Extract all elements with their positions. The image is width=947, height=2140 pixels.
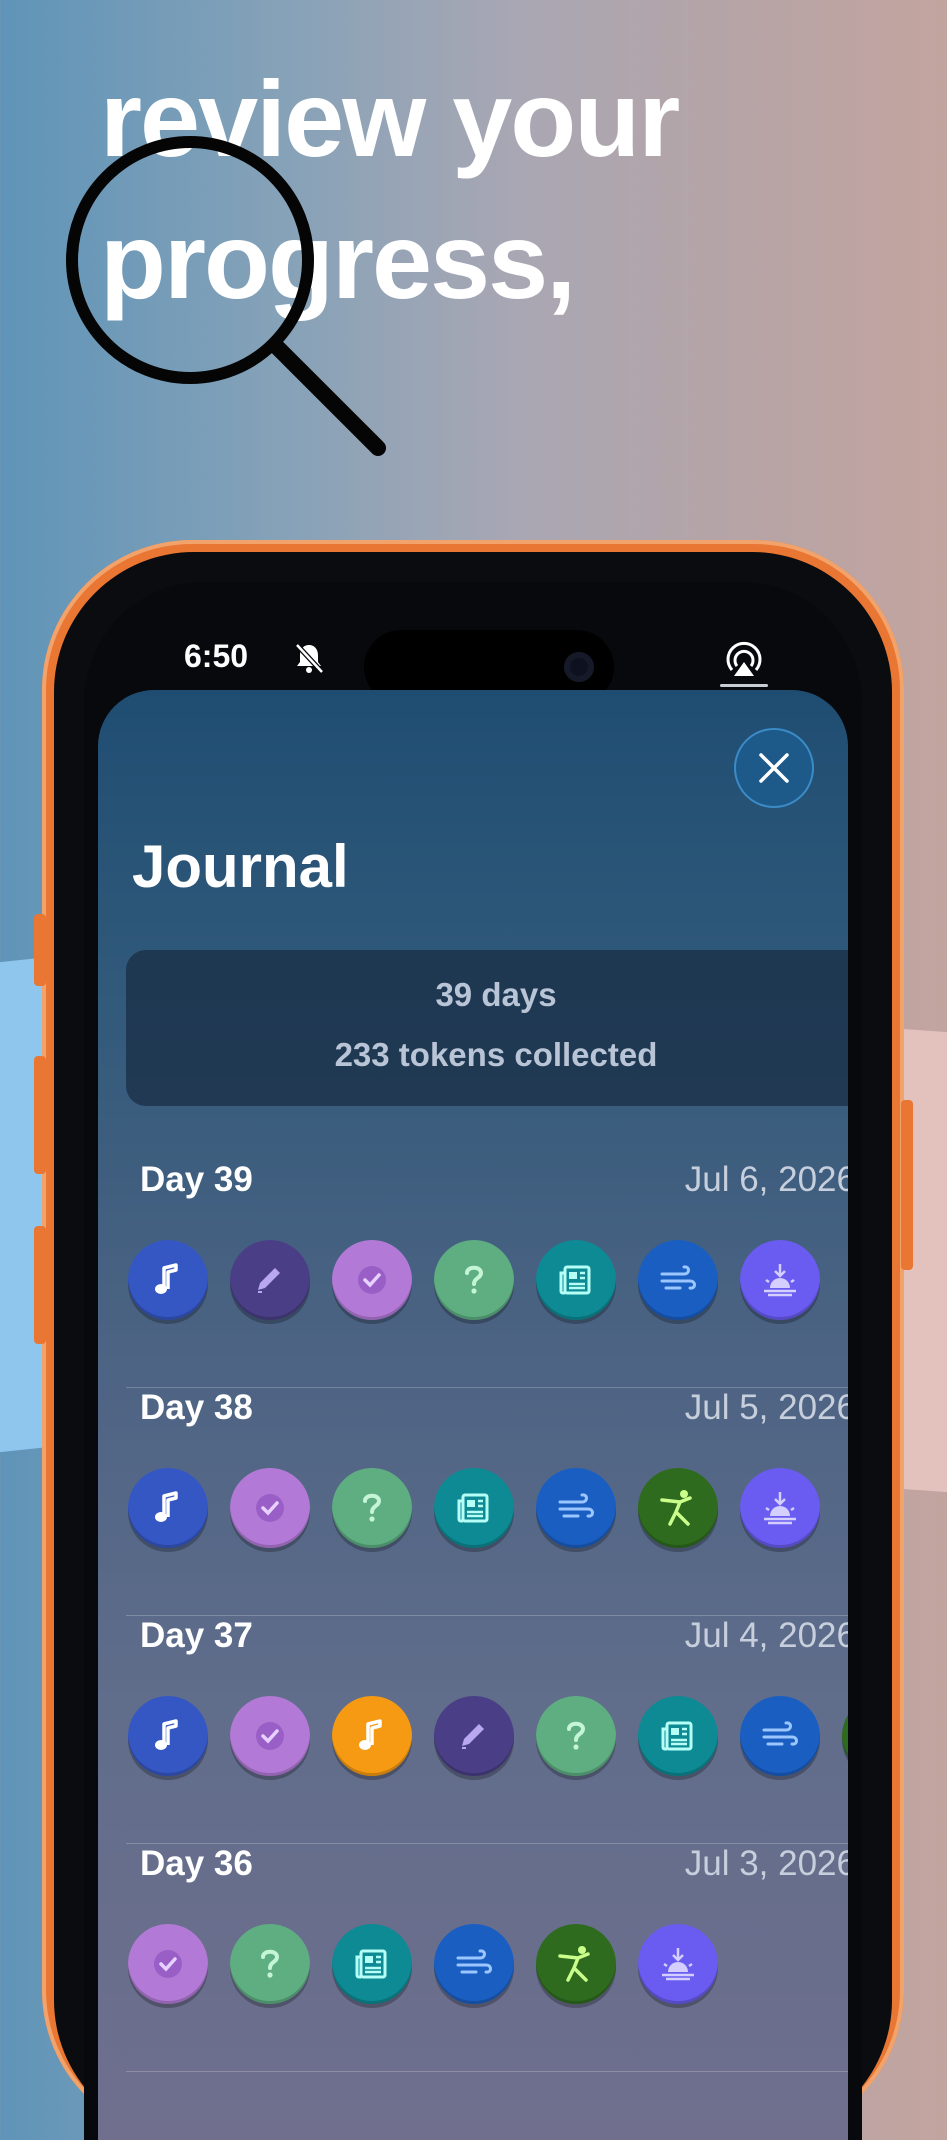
token-row [128, 1240, 848, 1330]
check-icon [358, 1266, 386, 1294]
question-icon [567, 1721, 586, 1750]
close-icon [759, 753, 789, 783]
day-title: Day 38 [140, 1388, 253, 1427]
phone-power-button [901, 1100, 913, 1270]
phone-volume-up [34, 1056, 46, 1174]
day-date: Jul 6, 2026 [684, 1160, 848, 1199]
token-yoga[interactable] [638, 1468, 718, 1548]
day-entry[interactable]: Day 39 Jul 6, 2026 [126, 1160, 848, 1388]
sunrise-icon [764, 1492, 796, 1525]
token-wind[interactable] [740, 1696, 820, 1776]
newspaper-icon [559, 1265, 591, 1295]
token-check[interactable] [128, 1924, 208, 2004]
wind-icon [660, 1265, 696, 1290]
token-music[interactable] [128, 1696, 208, 1776]
page-title: Journal [132, 833, 349, 900]
token-newspaper[interactable] [332, 1924, 412, 2004]
bell-slash-icon [295, 643, 324, 674]
token-newspaper[interactable] [638, 1696, 718, 1776]
token-wind[interactable] [638, 1240, 718, 1320]
token-check[interactable] [332, 1240, 412, 1320]
newspaper-icon [355, 1949, 387, 1979]
front-camera [564, 652, 594, 682]
token-wind[interactable] [536, 1468, 616, 1548]
wind-icon [762, 1721, 798, 1746]
airplay-icon[interactable] [716, 640, 772, 690]
token-question[interactable] [536, 1696, 616, 1776]
yoga-icon [660, 1490, 692, 1526]
journal-sheet: Journal 39 days 233 tokens collected Day… [98, 690, 848, 2140]
phone-volume-down [34, 1226, 46, 1344]
token-yoga[interactable] [536, 1924, 616, 2004]
token-sunrise[interactable] [638, 1924, 718, 2004]
days-count: 39 days [435, 976, 557, 1013]
pencil-icon [462, 1724, 484, 1749]
token-wind[interactable] [434, 1924, 514, 2004]
token-newspaper[interactable] [434, 1468, 514, 1548]
day-entry[interactable]: Day 38 Jul 5, 2026 [126, 1388, 848, 1616]
token-row [128, 1468, 848, 1558]
question-icon [363, 1493, 382, 1522]
check-icon [154, 1950, 182, 1978]
token-music-orange[interactable] [332, 1696, 412, 1776]
token-check[interactable] [230, 1696, 310, 1776]
day-date: Jul 5, 2026 [684, 1388, 848, 1427]
token-pencil[interactable] [230, 1240, 310, 1320]
day-title: Day 36 [140, 1844, 253, 1883]
yoga-icon [558, 1946, 590, 1982]
close-button[interactable] [734, 728, 814, 808]
wind-icon [558, 1493, 594, 1518]
token-row [128, 1696, 848, 1786]
token-question[interactable] [230, 1924, 310, 2004]
tokens-count: 233 tokens collected [334, 1036, 658, 1073]
phone-frame: 6:50 Journal 39 days 233 tokens collecte… [42, 540, 904, 2140]
pencil-icon [258, 1268, 280, 1293]
newspaper-icon [457, 1493, 489, 1523]
token-pencil[interactable] [434, 1696, 514, 1776]
token-row [128, 1924, 848, 2014]
token-question[interactable] [332, 1468, 412, 1548]
divider [126, 2071, 848, 2072]
token-music[interactable] [128, 1468, 208, 1548]
phone-side-button [34, 914, 46, 986]
token-newspaper[interactable] [536, 1240, 616, 1320]
sunrise-icon [662, 1948, 694, 1981]
token-sunrise[interactable] [740, 1468, 820, 1548]
music-icon [155, 1491, 178, 1522]
music-icon [155, 1719, 178, 1750]
phone-screen: 6:50 Journal 39 days 233 tokens collecte… [84, 582, 862, 2140]
wind-icon [456, 1949, 492, 1974]
day-title: Day 37 [140, 1616, 253, 1655]
music-orange-icon [359, 1719, 382, 1750]
check-icon [256, 1722, 284, 1750]
status-time: 6:50 [184, 638, 249, 674]
day-title: Day 39 [140, 1160, 253, 1199]
phone-bezel: 6:50 Journal 39 days 233 tokens collecte… [54, 552, 892, 2140]
check-icon [256, 1494, 284, 1522]
summary-card: 39 days 233 tokens collected [126, 950, 848, 1106]
newspaper-icon [661, 1721, 693, 1751]
token-yoga[interactable] [842, 1696, 848, 1776]
question-icon [261, 1949, 280, 1978]
token-sunrise[interactable] [740, 1240, 820, 1320]
token-check[interactable] [230, 1468, 310, 1548]
magnifying-glass-icon [66, 136, 386, 456]
token-question[interactable] [434, 1240, 514, 1320]
music-icon [155, 1263, 178, 1294]
day-date: Jul 3, 2026 [684, 1844, 848, 1883]
day-entry[interactable]: Day 36 Jul 3, 2026 [126, 1844, 848, 2072]
day-entry[interactable]: Day 37 Jul 4, 2026 [126, 1616, 848, 1844]
sunrise-icon [764, 1264, 796, 1297]
token-music[interactable] [128, 1240, 208, 1320]
day-date: Jul 4, 2026 [684, 1616, 848, 1655]
question-icon [465, 1265, 484, 1294]
